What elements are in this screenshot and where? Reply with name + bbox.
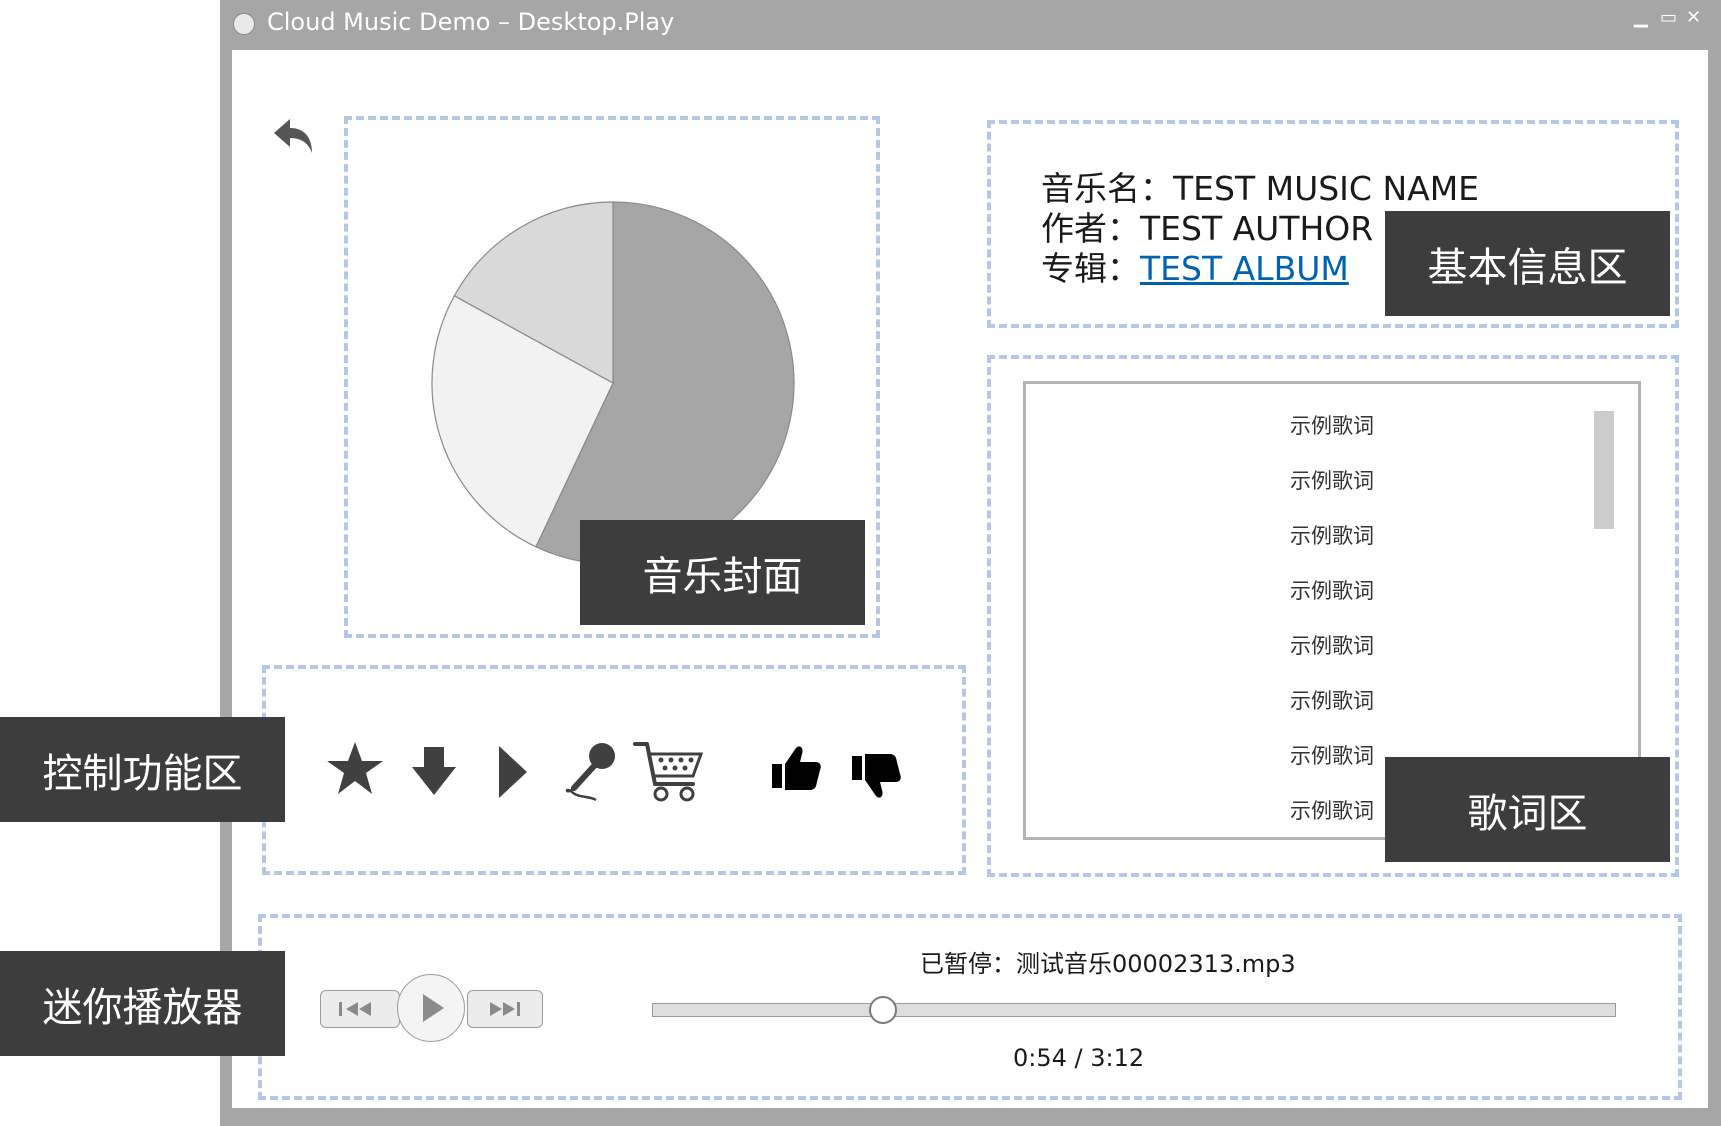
back-arrow-icon[interactable] <box>272 115 318 157</box>
cart-icon[interactable] <box>633 740 703 802</box>
annotation-info: 基本信息区 <box>1385 211 1670 316</box>
lyric-line: 示例歌词 <box>1290 469 1374 493</box>
lyric-line: 示例歌词 <box>1290 579 1374 603</box>
annotation-control: 控制功能区 <box>0 717 285 822</box>
lyric-line: 示例歌词 <box>1290 634 1374 658</box>
play-icon[interactable] <box>495 744 531 800</box>
window-title: Cloud Music Demo – Desktop.Play <box>267 8 675 36</box>
lyric-line: 示例歌词 <box>1290 524 1374 548</box>
album-label: 专辑： <box>1041 249 1140 288</box>
annotation-mini-player: 迷你播放器 <box>0 951 285 1056</box>
previous-button[interactable] <box>320 990 400 1028</box>
thumbs-up-icon[interactable] <box>770 744 822 792</box>
skip-back-icon <box>339 1002 371 1016</box>
lyric-line: 示例歌词 <box>1290 689 1374 713</box>
lyric-line: 示例歌词 <box>1290 414 1374 438</box>
pie-chart-icon <box>431 201 795 565</box>
close-icon[interactable]: ✕ <box>1686 8 1701 28</box>
next-button[interactable] <box>467 990 543 1028</box>
skip-forward-icon <box>490 1002 520 1016</box>
album-link[interactable]: TEST ALBUM <box>1140 249 1349 288</box>
download-icon[interactable] <box>410 745 458 797</box>
lyrics-scrollbar[interactable] <box>1594 411 1614 529</box>
minimize-icon[interactable]: ▁ <box>1634 8 1648 28</box>
star-icon[interactable] <box>325 740 385 798</box>
app-icon <box>233 13 255 35</box>
microphone-icon[interactable] <box>560 740 620 802</box>
album-line: 专辑：TEST ALBUM <box>1041 242 1349 290</box>
play-pause-button[interactable] <box>397 974 465 1042</box>
annotation-cover: 音乐封面 <box>580 520 865 625</box>
playback-status: 已暂停：测试音乐00002313.mp3 <box>920 950 1296 978</box>
maximize-icon[interactable]: ▭ <box>1660 8 1677 28</box>
thumbs-down-icon[interactable] <box>850 752 902 800</box>
annotation-lyrics: 歌词区 <box>1385 757 1670 862</box>
playback-time: 0:54 / 3:12 <box>1013 1044 1145 1072</box>
progress-slider[interactable] <box>652 1003 1616 1017</box>
play-icon <box>423 994 444 1022</box>
